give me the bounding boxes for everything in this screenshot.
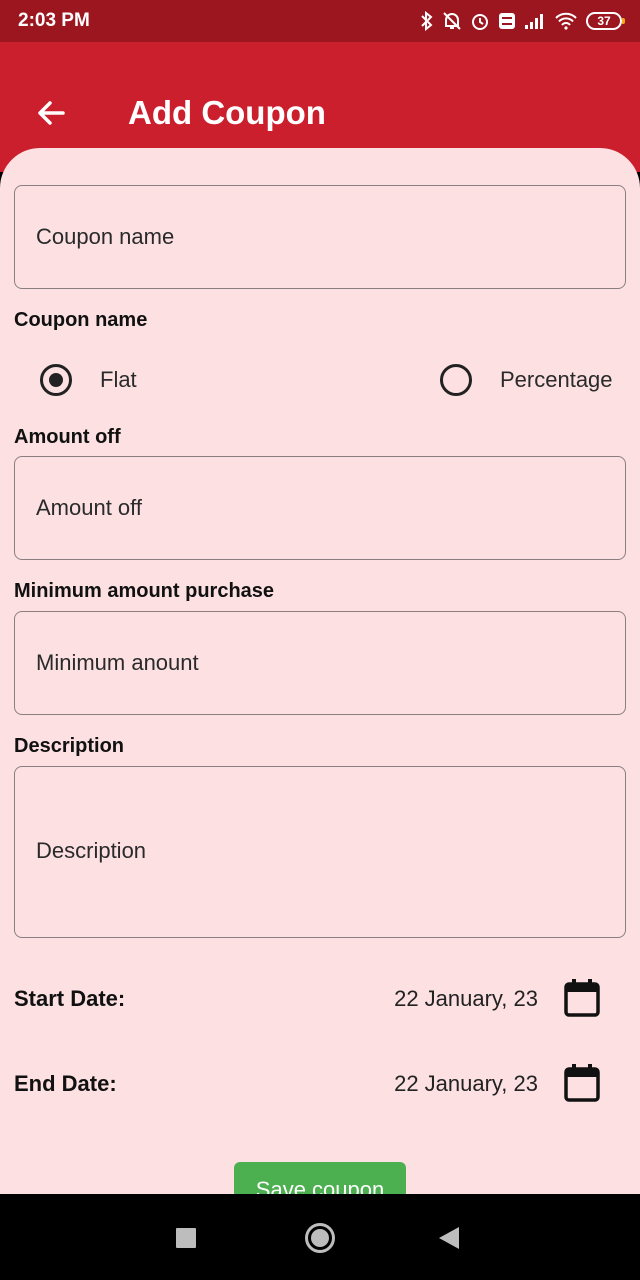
status-time: 2:03 PM	[18, 10, 90, 31]
description-placeholder: Description	[36, 838, 147, 863]
description-label: Description	[14, 735, 125, 757]
wifi-icon	[554, 12, 578, 30]
bluetooth-icon	[420, 11, 434, 31]
status-bar: 2:03 PM 37	[0, 0, 640, 42]
recents-icon[interactable]	[176, 1228, 196, 1253]
coupon-name-placeholder: Coupon name	[36, 224, 175, 249]
discount-type-radio-group: Flat Percentage	[0, 358, 640, 406]
radio-percentage[interactable]	[440, 364, 472, 396]
notifications-off-icon	[442, 11, 462, 31]
back-button[interactable]	[26, 90, 76, 140]
min-purchase-label: Minimum amount purchase	[14, 580, 275, 602]
amount-off-placeholder: Amount off	[36, 495, 142, 520]
start-date-calendar-icon[interactable]	[562, 977, 602, 1019]
radio-flat[interactable]	[40, 364, 72, 396]
alarm-icon	[470, 11, 490, 31]
save-coupon-button[interactable]: Save coupon	[234, 1162, 406, 1194]
page-title: Add Coupon	[128, 94, 326, 131]
back-nav-icon[interactable]	[438, 1226, 460, 1255]
status-icons: 37	[420, 9, 625, 33]
battery-level: 37	[597, 14, 611, 28]
coupon-form: Coupon name Coupon name Flat Percentage …	[0, 148, 640, 1194]
end-date-value[interactable]: 22 January, 23	[394, 1071, 538, 1097]
navigation-bar	[0, 1194, 640, 1280]
amount-off-input[interactable]: Amount off	[14, 456, 626, 560]
battery-icon: 37	[586, 12, 625, 30]
start-date-value[interactable]: 22 January, 23	[394, 986, 538, 1012]
end-date-label: End Date:	[14, 1071, 117, 1096]
start-date-label: Start Date:	[14, 986, 126, 1011]
signal-icon	[524, 12, 546, 30]
radio-percentage-label[interactable]: Percentage	[500, 367, 613, 393]
amount-off-label: Amount off	[14, 426, 121, 448]
min-purchase-placeholder: Minimum anount	[36, 650, 199, 675]
description-input[interactable]: Description	[14, 766, 626, 938]
arrow-back-icon	[35, 97, 67, 134]
coupon-name-input[interactable]: Coupon name	[14, 185, 626, 289]
save-coupon-label: Save coupon	[255, 1177, 385, 1194]
end-date-calendar-icon[interactable]	[562, 1062, 602, 1104]
discount-type-label: Coupon name	[14, 309, 148, 331]
volte-icon	[498, 12, 516, 30]
min-purchase-input[interactable]: Minimum anount	[14, 611, 626, 715]
radio-flat-label[interactable]: Flat	[100, 367, 137, 393]
home-icon[interactable]	[304, 1222, 336, 1259]
